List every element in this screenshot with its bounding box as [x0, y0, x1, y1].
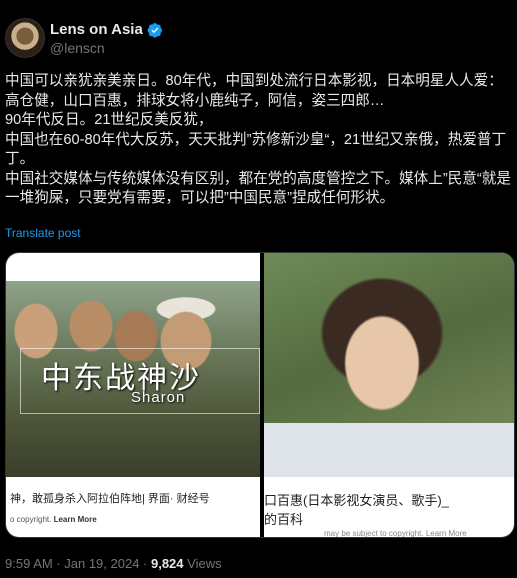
image-caption: 神，敢孤身杀入阿拉伯阵地| 界面· 财经号 [10, 493, 210, 505]
timestamp[interactable]: 9:59 AM · Jan 19, 2024 · [5, 556, 151, 571]
tweet-meta: 9:59 AM · Jan 19, 2024 · 9,824 Views [5, 556, 222, 571]
tweet-paragraph: 中国可以亲犹亲美亲日。80年代，中国到处流行日本影视，日本明星人人爱：高仓健，山… [5, 73, 503, 109]
media-image-left[interactable]: 中东战神沙 Sharon 神，敢孤身杀入阿拉伯阵地| 界面· 财经号 o cop… [6, 253, 260, 537]
portrait-photo [264, 253, 514, 477]
author-display-name[interactable]: Lens on Asia [50, 21, 143, 38]
author-handle[interactable]: @lenscn [50, 40, 105, 56]
image-caption: 口百惠(日本影视女演员、歌手)_ [264, 493, 449, 508]
video-title-overlay: 中东战神沙 Sharon [20, 348, 260, 414]
tweet-paragraph: 中国也在60-80年代大反苏，天天批判”苏修新沙皇“，21世纪又亲俄，热爱普丁丁… [5, 131, 507, 168]
verified-badge-icon [147, 22, 162, 38]
tweet-paragraph: 中国社交媒体与传统媒体没有区别，都在党的高度管控之下。媒体上”民意“就是一堆狗屎… [5, 170, 511, 207]
image-caption-line2: 的百科 [264, 512, 304, 527]
copyright-text: o copyright. [10, 515, 52, 524]
copyright-notice: o copyright. Learn More [10, 515, 97, 524]
learn-more-link[interactable]: Learn More [54, 515, 97, 524]
translate-post-link[interactable]: Translate post [5, 226, 81, 240]
tweet-paragraph: 90年代反日。21世纪反美反犹， [5, 112, 213, 128]
overlay-title-en: Sharon [131, 389, 186, 406]
copyright-notice: may be subject to copyright. Learn More [324, 529, 467, 538]
tweet-header: Lens on Asia @lenscn [0, 0, 517, 66]
media-image-right[interactable]: 口百惠(日本影视女演员、歌手)_ 的百科 may be subject to c… [264, 253, 514, 538]
views-count: 9,824 [150, 556, 184, 571]
tweet-text: 中国可以亲犹亲美亲日。80年代，中国到处流行日本影视，日本明星人人爱：高仓健，山… [5, 72, 513, 209]
media-grid: 中东战神沙 Sharon 神，敢孤身杀入阿拉伯阵地| 界面· 财经号 o cop… [5, 252, 515, 538]
views-label: Views [183, 556, 222, 571]
author-name-row[interactable]: Lens on Asia [50, 21, 163, 38]
avatar[interactable] [5, 18, 45, 58]
